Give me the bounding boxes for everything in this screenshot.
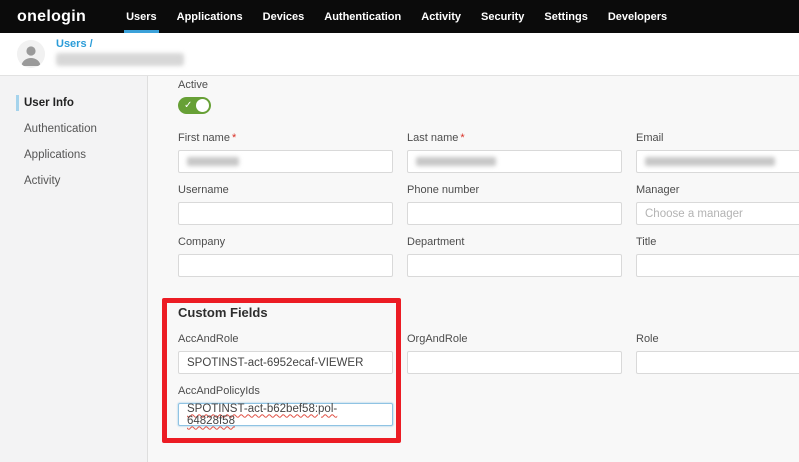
required-marker: * bbox=[460, 132, 464, 144]
title-field-group: Title bbox=[636, 236, 799, 277]
redacted-user-name bbox=[56, 53, 184, 66]
top-navbar: onelogin Users Applications Devices Auth… bbox=[0, 0, 799, 33]
content-area: User Info Authentication Applications Ac… bbox=[0, 76, 799, 462]
accandrole-field-group: AccAndRole bbox=[178, 333, 393, 374]
role-input[interactable] bbox=[636, 351, 799, 374]
nav-item-applications[interactable]: Applications bbox=[167, 0, 253, 33]
accandrole-input[interactable] bbox=[178, 351, 393, 374]
company-label: Company bbox=[178, 236, 393, 249]
role-label: Role bbox=[636, 333, 799, 346]
last-name-field-group: Last name* bbox=[407, 132, 622, 173]
first-name-field-group: First name* bbox=[178, 132, 393, 173]
organdrole-field-group: OrgAndRole bbox=[407, 333, 622, 374]
custom-fields-heading: Custom Fields bbox=[178, 305, 799, 320]
organdrole-label: OrgAndRole bbox=[407, 333, 622, 346]
department-input[interactable] bbox=[407, 254, 622, 277]
accandpolicyids-value: SPOTINST-act-b62bef58:pol-64828f58 bbox=[187, 403, 384, 427]
role-field-group: Role bbox=[636, 333, 799, 374]
nav-item-users[interactable]: Users bbox=[116, 0, 167, 33]
accandpolicyids-field-group: AccAndPolicyIds SPOTINST-act-b62bef58:po… bbox=[178, 385, 393, 426]
username-label: Username bbox=[178, 184, 393, 197]
nav-item-activity[interactable]: Activity bbox=[411, 0, 471, 33]
last-name-label: Last name* bbox=[407, 132, 622, 145]
sidebar-item-applications[interactable]: Applications bbox=[0, 142, 147, 168]
phone-number-label: Phone number bbox=[407, 184, 622, 197]
main-nav: Users Applications Devices Authenticatio… bbox=[116, 0, 677, 33]
sidebar-item-authentication[interactable]: Authentication bbox=[0, 116, 147, 142]
title-input[interactable] bbox=[636, 254, 799, 277]
nav-item-developers[interactable]: Developers bbox=[598, 0, 677, 33]
first-name-label: First name* bbox=[178, 132, 393, 145]
user-avatar-icon bbox=[17, 40, 45, 68]
active-toggle[interactable]: ✓ bbox=[178, 97, 211, 114]
email-input[interactable] bbox=[636, 150, 799, 173]
accandpolicyids-label: AccAndPolicyIds bbox=[178, 385, 393, 398]
username-input[interactable] bbox=[178, 202, 393, 225]
redacted-first-name bbox=[187, 157, 239, 166]
company-field-group: Company bbox=[178, 236, 393, 277]
accandrole-label: AccAndRole bbox=[178, 333, 393, 346]
sidebar-item-activity[interactable]: Activity bbox=[0, 168, 147, 194]
breadcrumb-users-link[interactable]: Users / bbox=[56, 38, 93, 50]
onelogin-logo[interactable]: onelogin bbox=[17, 0, 86, 33]
phone-field-group: Phone number bbox=[407, 184, 622, 225]
company-input[interactable] bbox=[178, 254, 393, 277]
check-icon: ✓ bbox=[184, 98, 192, 113]
required-marker: * bbox=[232, 132, 236, 144]
sidebar: User Info Authentication Applications Ac… bbox=[0, 76, 148, 462]
active-label: Active bbox=[178, 79, 799, 92]
title-label: Title bbox=[636, 236, 799, 249]
nav-item-settings[interactable]: Settings bbox=[534, 0, 597, 33]
department-field-group: Department bbox=[407, 236, 622, 277]
last-name-input[interactable] bbox=[407, 150, 622, 173]
page-header: Users / bbox=[0, 33, 799, 76]
email-field-group: Email bbox=[636, 132, 799, 173]
username-field-group: Username bbox=[178, 184, 393, 225]
manager-field-group: Manager bbox=[636, 184, 799, 225]
manager-input[interactable] bbox=[636, 202, 799, 225]
redacted-last-name bbox=[416, 157, 496, 166]
redacted-email bbox=[645, 157, 775, 166]
phone-number-input[interactable] bbox=[407, 202, 622, 225]
department-label: Department bbox=[407, 236, 622, 249]
email-label: Email bbox=[636, 132, 799, 145]
nav-item-devices[interactable]: Devices bbox=[253, 0, 315, 33]
sidebar-item-user-info[interactable]: User Info bbox=[0, 90, 147, 116]
toggle-knob bbox=[196, 99, 209, 112]
manager-label: Manager bbox=[636, 184, 799, 197]
nav-item-authentication[interactable]: Authentication bbox=[314, 0, 411, 33]
organdrole-input[interactable] bbox=[407, 351, 622, 374]
accandpolicyids-input[interactable]: SPOTINST-act-b62bef58:pol-64828f58 bbox=[178, 403, 393, 426]
nav-item-security[interactable]: Security bbox=[471, 0, 534, 33]
user-info-form: Active ✓ First name* Last name* Email bbox=[148, 76, 799, 462]
first-name-input[interactable] bbox=[178, 150, 393, 173]
